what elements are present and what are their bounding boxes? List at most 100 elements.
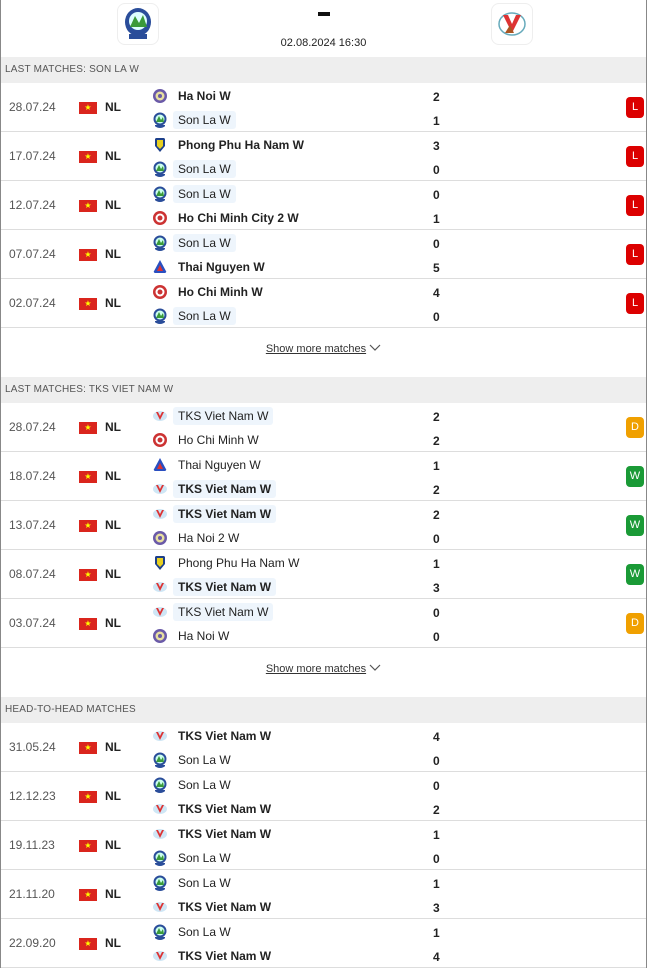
away-team-name: TKS Viet Nam W: [173, 578, 277, 596]
away-team[interactable]: TKS Viet Nam W: [152, 946, 276, 966]
vietnam-flag-icon: ★: [79, 471, 97, 483]
away-team[interactable]: TKS Viet Nam W: [152, 577, 277, 597]
match-row[interactable]: 28.07.24 ★ NL Ha Noi W Son La W 2 1 L: [1, 83, 646, 132]
section-header: HEAD-TO-HEAD MATCHES: [1, 697, 646, 723]
thainguyen-logo-icon: [152, 457, 173, 473]
match-row[interactable]: 07.07.24 ★ NL Son La W Thai Nguyen W 0 5…: [1, 230, 646, 279]
away-team[interactable]: Son La W: [152, 110, 236, 130]
away-score: 4: [433, 950, 440, 964]
home-team[interactable]: Son La W: [152, 233, 236, 253]
match-date: 19.11.23: [9, 838, 55, 852]
away-team-name: Son La W: [173, 307, 236, 325]
away-team[interactable]: Son La W: [152, 750, 236, 770]
home-score: 4: [433, 286, 440, 300]
away-team[interactable]: Ha Noi 2 W: [152, 528, 244, 548]
tks-logo-icon: [152, 579, 173, 595]
league-label: NL: [105, 198, 121, 212]
home-team[interactable]: TKS Viet Nam W: [152, 602, 274, 622]
home-team[interactable]: TKS Viet Nam W: [152, 504, 277, 524]
show-more-matches[interactable]: Show more matches: [1, 328, 646, 377]
tks-logo-icon: [152, 408, 173, 424]
sonla-logo-icon: [152, 850, 173, 866]
away-team-name: Ho Chi Minh W: [178, 433, 259, 447]
result-badge: W: [626, 515, 644, 536]
home-team[interactable]: TKS Viet Nam W: [152, 406, 274, 426]
home-team[interactable]: Ho Chi Minh W: [152, 282, 268, 302]
match-row[interactable]: 19.11.23 ★ NL TKS Viet Nam W Son La W 1 …: [1, 821, 646, 870]
home-team[interactable]: Phong Phu Ha Nam W: [152, 553, 304, 573]
thainguyen-logo-icon: [152, 259, 173, 275]
home-team[interactable]: Son La W: [152, 873, 236, 893]
hcm-logo-icon: [152, 284, 173, 300]
home-team-name: Ha Noi W: [178, 89, 231, 103]
home-team[interactable]: Son La W: [152, 775, 236, 795]
match-row[interactable]: 17.07.24 ★ NL Phong Phu Ha Nam W Son La …: [1, 132, 646, 181]
away-team-name: Ha Noi W: [178, 629, 230, 643]
home-team-name: Phong Phu Ha Nam W: [178, 138, 304, 152]
hcm-logo-icon: [152, 432, 173, 448]
sonla-logo-icon: [152, 777, 173, 793]
home-team[interactable]: Ha Noi W: [152, 86, 236, 106]
sonla-logo-icon: [152, 875, 173, 891]
away-team[interactable]: Son La W: [152, 848, 236, 868]
match-row[interactable]: 13.07.24 ★ NL TKS Viet Nam W Ha Noi 2 W …: [1, 501, 646, 550]
match-row[interactable]: 08.07.24 ★ NL Phong Phu Ha Nam W TKS Vie…: [1, 550, 646, 599]
home-team[interactable]: Son La W: [152, 184, 236, 204]
match-row[interactable]: 03.07.24 ★ NL TKS Viet Nam W Ha Noi W 0 …: [1, 599, 646, 648]
home-team-name: Thai Nguyen W: [178, 458, 261, 472]
match-row[interactable]: 12.12.23 ★ NL Son La W TKS Viet Nam W 0 …: [1, 772, 646, 821]
away-team[interactable]: Son La W: [152, 306, 236, 326]
match-header: 02.08.2024 16:30: [1, 0, 646, 57]
away-team[interactable]: Son La W: [152, 159, 236, 179]
show-more-link[interactable]: Show more matches: [266, 343, 366, 355]
match-row[interactable]: 02.07.24 ★ NL Ho Chi Minh W Son La W 4 0…: [1, 279, 646, 328]
sonla-logo-icon: [152, 161, 173, 177]
sonla-logo-icon: [152, 752, 173, 768]
league-label: NL: [105, 420, 121, 434]
home-team[interactable]: TKS Viet Nam W: [152, 824, 276, 844]
section-header: LAST MATCHES: SON LA W: [1, 57, 646, 83]
away-score: 0: [433, 852, 440, 866]
away-team-name: TKS Viet Nam W: [173, 480, 277, 498]
home-team[interactable]: Phong Phu Ha Nam W: [152, 135, 309, 155]
home-team-name: Son La W: [173, 234, 236, 252]
match-row[interactable]: 12.07.24 ★ NL Son La W Ho Chi Minh City …: [1, 181, 646, 230]
match-date: 08.07.24: [9, 567, 56, 581]
match-row[interactable]: 28.07.24 ★ NL TKS Viet Nam W Ho Chi Minh…: [1, 403, 646, 452]
match-date: 07.07.24: [9, 247, 56, 261]
away-team[interactable]: TKS Viet Nam W: [152, 799, 276, 819]
hanoi-logo-icon: [152, 628, 173, 644]
home-score: 2: [433, 410, 440, 424]
away-team[interactable]: Ha Noi W: [152, 626, 234, 646]
home-team[interactable]: Son La W: [152, 922, 236, 942]
away-team[interactable]: TKS Viet Nam W: [152, 479, 277, 499]
league-label: NL: [105, 789, 121, 803]
match-row[interactable]: 21.11.20 ★ NL Son La W TKS Viet Nam W 1 …: [1, 870, 646, 919]
tks-logo-icon: [152, 728, 173, 744]
match-row[interactable]: 31.05.24 ★ NL TKS Viet Nam W Son La W 4 …: [1, 723, 646, 772]
away-score: 3: [433, 901, 440, 915]
match-date: 21.11.20: [9, 887, 55, 901]
show-more-matches[interactable]: Show more matches: [1, 648, 646, 697]
show-more-link[interactable]: Show more matches: [266, 663, 366, 675]
match-row[interactable]: 18.07.24 ★ NL Thai Nguyen W TKS Viet Nam…: [1, 452, 646, 501]
match-datetime: 02.08.2024 16:30: [280, 37, 367, 49]
match-date: 17.07.24: [9, 149, 56, 163]
away-team-name: Thai Nguyen W: [178, 260, 265, 274]
hcm-logo-icon: [152, 210, 173, 226]
home-team[interactable]: TKS Viet Nam W: [152, 726, 276, 746]
chevron-down-icon: [369, 648, 381, 690]
away-team-name: Ho Chi Minh City 2 W: [178, 211, 299, 225]
away-score: 1: [433, 114, 440, 128]
match-row[interactable]: 22.09.20 ★ NL Son La W TKS Viet Nam W 1 …: [1, 919, 646, 968]
match-date: 12.12.23: [9, 789, 56, 803]
away-team[interactable]: TKS Viet Nam W: [152, 897, 276, 917]
home-team[interactable]: Thai Nguyen W: [152, 455, 266, 475]
away-team[interactable]: Thai Nguyen W: [152, 257, 270, 277]
phongphu-logo-icon: [152, 555, 173, 571]
tks-logo-icon: [152, 948, 173, 964]
away-team[interactable]: Ho Chi Minh W: [152, 430, 264, 450]
vietnam-flag-icon: ★: [79, 249, 97, 261]
vietnam-flag-icon: ★: [79, 742, 97, 754]
away-team[interactable]: Ho Chi Minh City 2 W: [152, 208, 304, 228]
